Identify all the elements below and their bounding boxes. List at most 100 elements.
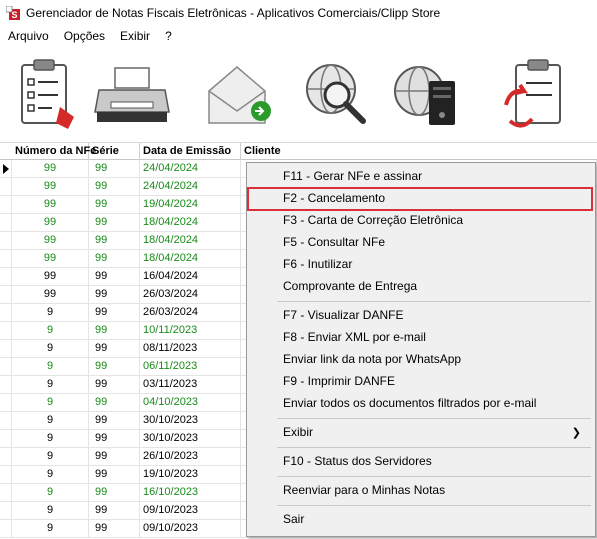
menu-item-enviar-whatsapp[interactable]: Enviar link da nota por WhatsApp (249, 348, 593, 370)
toolbar-button-refresh[interactable] (496, 51, 578, 139)
menu-item-sair[interactable]: Sair (249, 508, 593, 530)
header-data[interactable]: Data de Emissão (140, 143, 241, 160)
header-cliente[interactable]: Cliente (241, 143, 597, 160)
cell-numero: 99 (12, 286, 89, 304)
menu-separator (277, 301, 591, 302)
cell-numero: 99 (12, 268, 89, 286)
menu-item-exibir[interactable]: Exibir ❯ (249, 421, 593, 443)
title-bar: S Gerenciador de Notas Fiscais Eletrônic… (0, 0, 597, 27)
menu-item-gerar-nfe[interactable]: F11 - Gerar NFe e assinar (249, 165, 593, 187)
row-indicator (0, 178, 12, 196)
row-indicator (0, 448, 12, 466)
cell-data: 30/10/2023 (140, 430, 241, 448)
context-menu: F11 - Gerar NFe e assinar F2 - Cancelame… (246, 162, 596, 537)
menu-item-visualizar-danfe[interactable]: F7 - Visualizar DANFE (249, 304, 593, 326)
menu-bar: Arquivo Opções Exibir ? (0, 27, 597, 47)
row-indicator (0, 340, 12, 358)
row-indicator (0, 232, 12, 250)
cell-numero: 9 (12, 304, 89, 322)
cell-serie: 99 (89, 448, 140, 466)
cell-numero: 9 (12, 358, 89, 376)
row-indicator (0, 466, 12, 484)
clipboard-refresh-icon (504, 59, 561, 128)
menu-separator (277, 505, 591, 506)
menu-item-carta-correcao[interactable]: F3 - Carta de Correção Eletrônica (249, 209, 593, 231)
globe-search-icon (306, 64, 366, 124)
cell-numero: 99 (12, 196, 89, 214)
cell-numero: 9 (12, 502, 89, 520)
row-indicator (0, 502, 12, 520)
cell-data: 09/10/2023 (140, 520, 241, 538)
globe-server-icon (394, 66, 455, 125)
cell-serie: 99 (89, 178, 140, 196)
cell-serie: 99 (89, 358, 140, 376)
row-indicator (0, 484, 12, 502)
window-title: Gerenciador de Notas Fiscais Eletrônicas… (26, 6, 441, 20)
menu-separator (277, 476, 591, 477)
row-indicator (0, 322, 12, 340)
cell-data: 30/10/2023 (140, 412, 241, 430)
grid-header: Número da NFe Série Data de Emissão Clie… (0, 143, 597, 160)
row-indicator (0, 160, 12, 178)
cell-numero: 9 (12, 322, 89, 340)
cell-data: 18/04/2024 (140, 232, 241, 250)
row-indicator (0, 358, 12, 376)
menu-item-reenviar-minhas-notas[interactable]: Reenviar para o Minhas Notas (249, 479, 593, 501)
cell-numero: 99 (12, 214, 89, 232)
toolbar-button-nfe[interactable] (6, 51, 88, 139)
row-indicator (0, 376, 12, 394)
cell-data: 19/10/2023 (140, 466, 241, 484)
cell-data: 18/04/2024 (140, 250, 241, 268)
row-indicator (0, 304, 12, 322)
menu-item-enviar-xml[interactable]: F8 - Enviar XML por e-mail (249, 326, 593, 348)
cell-serie: 99 (89, 196, 140, 214)
menu-item-inutilizar[interactable]: F6 - Inutilizar (249, 253, 593, 275)
toolbar-button-status[interactable] (388, 51, 470, 139)
row-indicator (0, 520, 12, 538)
cell-data: 04/10/2023 (140, 394, 241, 412)
row-indicator (0, 430, 12, 448)
cell-numero: 99 (12, 232, 89, 250)
cell-numero: 9 (12, 376, 89, 394)
cell-data: 19/04/2024 (140, 196, 241, 214)
toolbar-button-consult[interactable] (296, 51, 378, 139)
cell-numero: 9 (12, 448, 89, 466)
row-indicator (0, 196, 12, 214)
cell-serie: 99 (89, 376, 140, 394)
menu-item-status-servidores[interactable]: F10 - Status dos Servidores (249, 450, 593, 472)
menu-arquivo[interactable]: Arquivo (0, 27, 56, 47)
chevron-right-icon: ❯ (571, 427, 581, 439)
cell-data: 08/11/2023 (140, 340, 241, 358)
cell-serie: 99 (89, 394, 140, 412)
header-numero[interactable]: Número da NFe (12, 143, 96, 160)
cell-data: 10/11/2023 (140, 322, 241, 340)
cell-serie: 99 (89, 160, 140, 178)
cell-data: 26/10/2023 (140, 448, 241, 466)
envelope-icon (208, 66, 271, 124)
menu-item-comprovante-entrega[interactable]: Comprovante de Entrega (249, 275, 593, 297)
cell-data: 03/11/2023 (140, 376, 241, 394)
cell-serie: 99 (89, 268, 140, 286)
app-icon: S (6, 6, 20, 20)
menu-help[interactable]: ? (157, 27, 179, 47)
cell-numero: 9 (12, 484, 89, 502)
cell-numero: 99 (12, 178, 89, 196)
menu-opcoes[interactable]: Opções (56, 27, 112, 47)
cell-data: 09/10/2023 (140, 502, 241, 520)
menu-item-consultar-nfe[interactable]: F5 - Consultar NFe (249, 231, 593, 253)
cell-serie: 99 (89, 214, 140, 232)
cell-numero: 99 (12, 160, 89, 178)
toolbar-button-email[interactable] (196, 51, 278, 139)
row-indicator (0, 286, 12, 304)
toolbar-button-print[interactable] (92, 51, 174, 139)
menu-item-enviar-todos[interactable]: Enviar todos os documentos filtrados por… (249, 392, 593, 414)
cell-data: 24/04/2024 (140, 160, 241, 178)
menu-exibir[interactable]: Exibir (112, 27, 157, 47)
header-serie[interactable]: Série (89, 143, 140, 160)
menu-item-imprimir-danfe[interactable]: F9 - Imprimir DANFE (249, 370, 593, 392)
cell-serie: 99 (89, 232, 140, 250)
cell-serie: 99 (89, 286, 140, 304)
cell-numero: 9 (12, 520, 89, 538)
row-indicator (0, 394, 12, 412)
cell-serie: 99 (89, 250, 140, 268)
